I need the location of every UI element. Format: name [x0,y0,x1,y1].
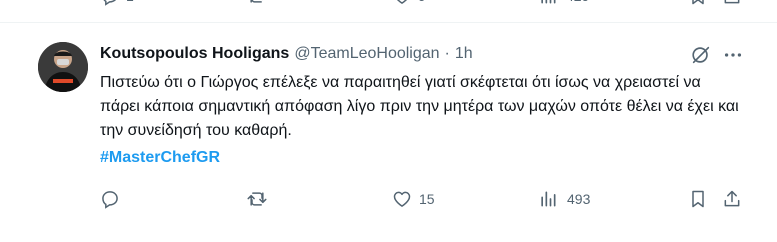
views-icon[interactable] [538,189,558,209]
more-icon[interactable] [722,44,744,66]
view-count: 493 [567,191,591,207]
like-count: 15 [419,191,435,207]
previous-view-count: 429 [566,0,589,5]
previous-reply-count: 1 [126,0,134,5]
retweet-icon[interactable] [246,0,268,6]
separator: · [444,45,450,62]
tweet-header: Koutsopoulos Hooligans @TeamLeoHooligan … [100,43,473,65]
user-handle[interactable]: @TeamLeoHooligan [294,45,439,63]
share-icon[interactable] [722,0,742,6]
like-icon[interactable] [392,0,412,6]
retweet-icon[interactable] [246,189,268,209]
like-icon[interactable] [392,189,412,209]
bookmark-icon[interactable] [689,0,707,6]
previous-tweet-actions: 1 9 429 [0,0,777,8]
share-icon[interactable] [722,189,742,209]
reply-icon[interactable] [100,0,120,6]
bookmark-icon[interactable] [689,189,707,209]
grok-icon[interactable] [690,44,712,66]
hashtag-link[interactable]: #MasterChefGR [100,146,220,170]
reply-icon[interactable] [100,189,120,209]
display-name[interactable]: Koutsopoulos Hooligans [100,45,289,63]
tweet-text: Πιστεύω ότι ο Γιώργος επέλεξε να παραιτη… [100,74,739,139]
timestamp[interactable]: 1h [455,45,473,63]
avatar[interactable] [38,42,88,92]
previous-like-count: 9 [418,0,426,5]
tweet-divider [0,22,777,23]
views-icon[interactable] [538,0,558,6]
